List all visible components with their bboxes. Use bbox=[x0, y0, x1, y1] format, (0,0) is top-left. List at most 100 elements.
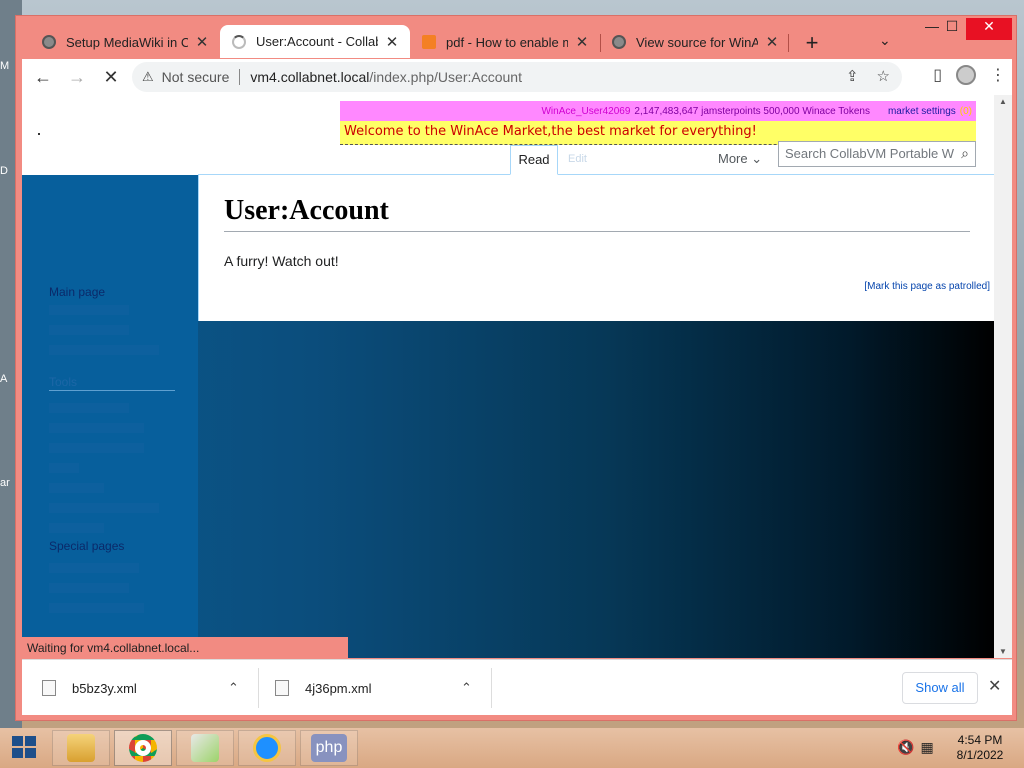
search-placeholder: Search CollabVM Portable W bbox=[785, 146, 955, 161]
download-shelf: b5bz3y.xml ⌃ 4j36pm.xml ⌃ Show all ✕ bbox=[22, 659, 1012, 715]
content-area: User:Account A furry! Watch out! [Mark t… bbox=[198, 175, 994, 321]
tab-user-account[interactable]: User:Account - CollabV ✕ bbox=[220, 25, 410, 58]
tab-title: User:Account - CollabV bbox=[256, 34, 378, 49]
sidebar-item-main-page[interactable]: Main page bbox=[49, 285, 105, 299]
clock-date: 8/1/2022 bbox=[956, 748, 1004, 762]
file-icon bbox=[275, 680, 289, 696]
new-tab-button[interactable]: + bbox=[802, 30, 822, 56]
sidebar-item[interactable] bbox=[49, 325, 129, 335]
address-bar[interactable]: ⚠ Not secure vm4.collabnet.local/index.p… bbox=[132, 62, 902, 92]
scrollbar[interactable]: ▲ ▼ bbox=[994, 95, 1012, 658]
tab-edit[interactable]: Edit bbox=[568, 153, 587, 165]
windows-logo-pane bbox=[25, 736, 36, 746]
side-panel-icon[interactable]: ▯ bbox=[933, 65, 942, 85]
chevron-down-icon: ⌄ bbox=[879, 32, 891, 48]
internet-explorer-icon bbox=[253, 734, 281, 762]
clock[interactable]: 4:54 PM 8/1/2022 bbox=[950, 733, 1010, 763]
menu-kebab-icon[interactable]: ⋮ bbox=[990, 65, 1006, 85]
taskbar-chrome[interactable] bbox=[114, 730, 172, 766]
sidebar-item-special-pages[interactable]: Special pages bbox=[49, 539, 124, 553]
stackoverflow-icon bbox=[422, 35, 436, 49]
divider bbox=[491, 668, 492, 708]
php-label: php bbox=[315, 739, 343, 756]
sidebar-item[interactable] bbox=[49, 345, 159, 355]
tab-search-button[interactable]: ⌄ bbox=[879, 32, 891, 49]
warning-icon[interactable]: ⚠ bbox=[142, 69, 154, 85]
tab-close-icon[interactable]: ✕ bbox=[764, 33, 780, 51]
page-viewport: Main page Tools Special pages WinAce_Use… bbox=[22, 95, 1012, 658]
page-body-text: A furry! Watch out! bbox=[224, 253, 339, 269]
browser-window: Setup MediaWiki in Col ✕ User:Account - … bbox=[15, 15, 1017, 721]
back-button[interactable]: ← bbox=[28, 67, 58, 88]
scroll-down-icon[interactable]: ▼ bbox=[999, 647, 1007, 656]
taskbar-file-explorer[interactable] bbox=[52, 730, 110, 766]
winace-username[interactable]: WinAce_User42069 bbox=[541, 106, 630, 117]
show-all-downloads-button[interactable]: Show all bbox=[902, 672, 978, 704]
file-explorer-icon bbox=[67, 734, 95, 762]
sidebar-item[interactable] bbox=[49, 483, 104, 493]
sidebar-item[interactable] bbox=[49, 423, 144, 433]
url-path[interactable]: /index.php/User:Account bbox=[369, 69, 522, 85]
windows-logo-icon bbox=[12, 736, 23, 746]
search-icon[interactable]: ⌕ bbox=[961, 145, 969, 162]
globe-icon bbox=[612, 35, 626, 49]
start-button[interactable] bbox=[12, 736, 38, 760]
sidebar: Main page Tools Special pages bbox=[22, 175, 198, 658]
chevron-up-icon[interactable]: ⌃ bbox=[461, 680, 472, 696]
browser-toolbar: ← → ✕ ⚠ Not secure vm4.collabnet.local/i… bbox=[22, 59, 1012, 95]
sidebar-item[interactable] bbox=[49, 603, 144, 613]
download-filename: b5bz3y.xml bbox=[72, 680, 137, 696]
url-host[interactable]: vm4.collabnet.local bbox=[250, 69, 369, 85]
maximize-button[interactable]: ☐ bbox=[934, 18, 970, 40]
winace-status-bar: WinAce_User42069 2,147,483,647 jamsterpo… bbox=[340, 101, 976, 121]
loading-spinner-icon bbox=[232, 34, 246, 49]
taskbar-php[interactable]: php bbox=[300, 730, 358, 766]
tab-view-source[interactable]: View source for WinAce ✕ bbox=[600, 26, 790, 58]
scroll-up-icon[interactable]: ▲ bbox=[999, 97, 1007, 106]
close-download-shelf-icon[interactable]: ✕ bbox=[988, 676, 1001, 696]
sidebar-item[interactable] bbox=[49, 305, 129, 315]
chevron-up-icon[interactable]: ⌃ bbox=[228, 680, 239, 696]
profile-avatar[interactable] bbox=[956, 65, 976, 85]
separator bbox=[239, 69, 241, 85]
security-label[interactable]: Not secure bbox=[162, 69, 230, 85]
network-icon[interactable]: ▦ bbox=[920, 739, 933, 756]
chrome-icon bbox=[129, 734, 157, 762]
tab-separator bbox=[788, 34, 789, 52]
tab-pdf-mb[interactable]: pdf - How to enable mb ✕ bbox=[410, 26, 600, 58]
close-window-button[interactable]: ✕ bbox=[966, 18, 1012, 40]
tab-close-icon[interactable]: ✕ bbox=[194, 33, 210, 51]
mark-patrolled-link[interactable]: [Mark this page as patrolled] bbox=[864, 281, 990, 292]
tab-close-icon[interactable]: ✕ bbox=[384, 33, 400, 51]
patrol-link-container: [Mark this page as patrolled] bbox=[864, 281, 990, 292]
sidebar-item[interactable] bbox=[49, 563, 139, 573]
tab-read[interactable]: Read bbox=[510, 145, 558, 175]
stop-button[interactable]: ✕ bbox=[96, 67, 126, 88]
desktop-label: A bbox=[0, 373, 8, 385]
forward-button[interactable]: → bbox=[62, 67, 92, 88]
sidebar-item[interactable] bbox=[49, 503, 159, 513]
volume-muted-icon[interactable]: 🔇 bbox=[897, 739, 914, 756]
sidebar-item[interactable] bbox=[49, 403, 129, 413]
taskbar-notepad[interactable] bbox=[176, 730, 234, 766]
market-settings-link[interactable]: market settings bbox=[888, 106, 956, 117]
download-item[interactable]: b5bz3y.xml ⌃ bbox=[42, 668, 252, 708]
file-icon bbox=[42, 680, 56, 696]
globe-icon bbox=[42, 35, 56, 49]
share-icon[interactable]: ⇪ bbox=[846, 67, 859, 85]
download-item[interactable]: 4j36pm.xml ⌃ bbox=[275, 668, 485, 708]
logo[interactable] bbox=[38, 133, 40, 135]
desktop-label: D bbox=[0, 165, 8, 177]
bookmark-star-icon[interactable]: ☆ bbox=[877, 67, 890, 85]
divider bbox=[49, 390, 175, 391]
tab-setup-mediawiki[interactable]: Setup MediaWiki in Col ✕ bbox=[30, 26, 220, 58]
taskbar-internet-explorer[interactable] bbox=[238, 730, 296, 766]
sidebar-item[interactable] bbox=[49, 463, 79, 473]
more-menu[interactable]: More ⌄ bbox=[718, 151, 762, 167]
tab-close-icon[interactable]: ✕ bbox=[574, 33, 590, 51]
sidebar-item[interactable] bbox=[49, 583, 129, 593]
sidebar-item[interactable] bbox=[49, 523, 104, 533]
search-input[interactable]: Search CollabVM Portable W ⌕ bbox=[778, 141, 976, 167]
more-label: More bbox=[718, 151, 748, 166]
sidebar-item[interactable] bbox=[49, 443, 144, 453]
